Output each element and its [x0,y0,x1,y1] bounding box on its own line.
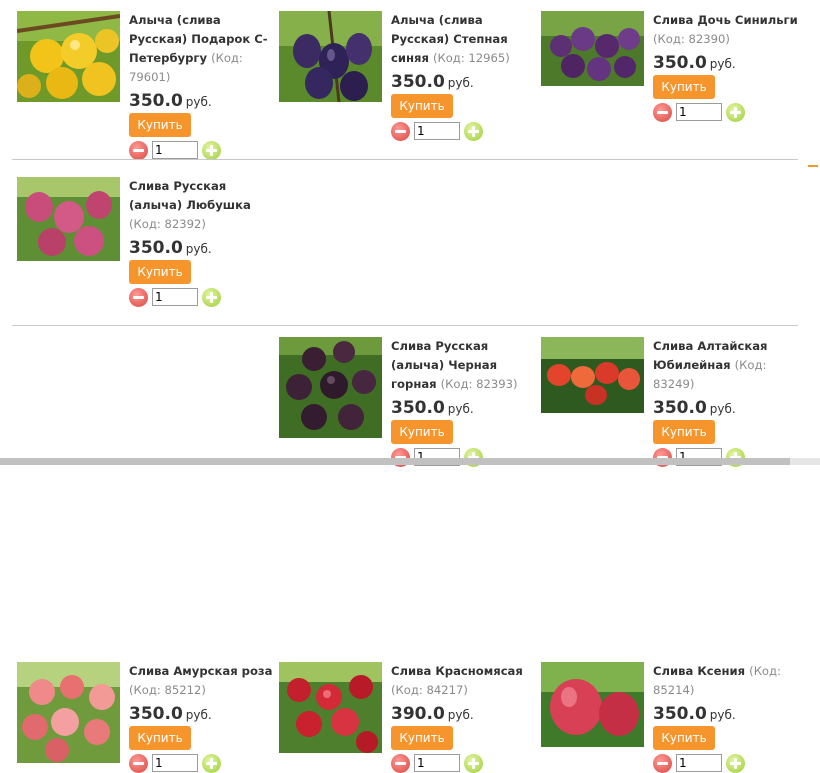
quantity-input[interactable] [152,141,198,159]
product-code: (Код: 12965) [432,51,510,65]
product-price: 350.0 [653,53,707,73]
product-name[interactable]: Слива Амурская роза [129,664,273,678]
product-price: 350.0 [129,238,183,258]
quantity-input[interactable] [414,122,460,140]
quantity-input[interactable] [414,754,460,772]
increase-quantity-icon[interactable] [202,140,221,160]
product-name[interactable]: Слива Ксения [653,664,745,678]
edge-dash-mark [808,165,818,169]
product-name[interactable]: Слива Русская (алыча) Любушка [129,179,251,212]
price-currency: руб. [185,95,212,109]
product-price: 390.0 [391,704,445,724]
buy-button[interactable]: Купить [653,75,715,99]
buy-button[interactable]: Купить [391,94,453,118]
increase-quantity-icon[interactable] [464,121,483,141]
product-code: (Код: 82390) [653,32,730,46]
buy-button[interactable]: Купить [653,726,715,750]
price-currency: руб. [447,708,474,722]
price-currency: руб. [185,242,212,256]
increase-quantity-icon[interactable] [202,287,221,307]
quantity-stepper [129,140,279,160]
product-code: (Код: 82392) [129,217,206,231]
quantity-input[interactable] [676,754,722,772]
buy-button[interactable]: Купить [391,726,453,750]
quantity-input[interactable] [152,288,198,306]
quantity-input[interactable] [152,754,198,772]
product-image-rose-plums[interactable] [17,662,120,763]
quantity-stepper [653,753,803,773]
decrease-quantity-icon[interactable] [129,753,148,773]
buy-button[interactable]: Купить [129,113,191,137]
product-image-red-plum-closeup[interactable] [541,662,644,747]
increase-quantity-icon[interactable] [202,753,221,773]
decrease-quantity-icon[interactable] [653,753,672,773]
product-code: (Код: 85212) [129,683,206,697]
decrease-quantity-icon[interactable] [391,121,410,141]
increase-quantity-icon[interactable] [726,753,745,773]
decrease-quantity-icon[interactable] [129,140,148,160]
product-image-purple-plums[interactable] [541,11,644,86]
buy-button[interactable]: Купить [129,726,191,750]
product-image-red-plums[interactable] [279,662,382,753]
scrollbar-thumb[interactable] [0,458,790,465]
buy-button[interactable]: Купить [129,260,191,284]
horizontal-scrollbar[interactable] [0,458,820,465]
price-currency: руб. [709,57,736,71]
product-row: Слива Амурская роза (Код: 85212) 350.0 ру… [0,320,800,773]
decrease-quantity-icon[interactable] [653,102,672,122]
product-image-pink-plums[interactable] [17,177,120,261]
product-price: 350.0 [653,704,707,724]
quantity-stepper [129,287,279,307]
product-price: 350.0 [129,91,183,111]
product-grid: Алыча (слива Русская) Подарок С-Петербур… [0,0,800,773]
product-image-yellow-plums[interactable] [17,11,120,102]
price-currency: руб. [447,76,474,90]
price-currency: руб. [185,708,212,722]
product-name[interactable]: Слива Дочь Синильги [653,13,798,27]
increase-quantity-icon[interactable] [726,102,745,122]
quantity-stepper [391,121,541,141]
decrease-quantity-icon[interactable] [129,287,148,307]
quantity-input[interactable] [676,103,722,121]
product-price: 350.0 [391,72,445,92]
product-row: Слива Русская (алыча) Любушка (Код: 8239… [0,160,800,467]
product-name[interactable]: Алыча (слива Русская) Подарок С-Петербур… [129,13,268,65]
product-price: 350.0 [129,704,183,724]
product-row: Алыча (слива Русская) Подарок С-Петербур… [0,0,800,160]
product-code: (Код: 84217) [391,683,468,697]
quantity-stepper [391,753,541,773]
quantity-stepper [129,753,279,773]
price-currency: руб. [709,708,736,722]
product-image-blue-plums[interactable] [279,11,382,102]
decrease-quantity-icon[interactable] [391,753,410,773]
product-name[interactable]: Слива Красномясая [391,664,523,678]
increase-quantity-icon[interactable] [464,753,483,773]
quantity-stepper [653,102,803,122]
